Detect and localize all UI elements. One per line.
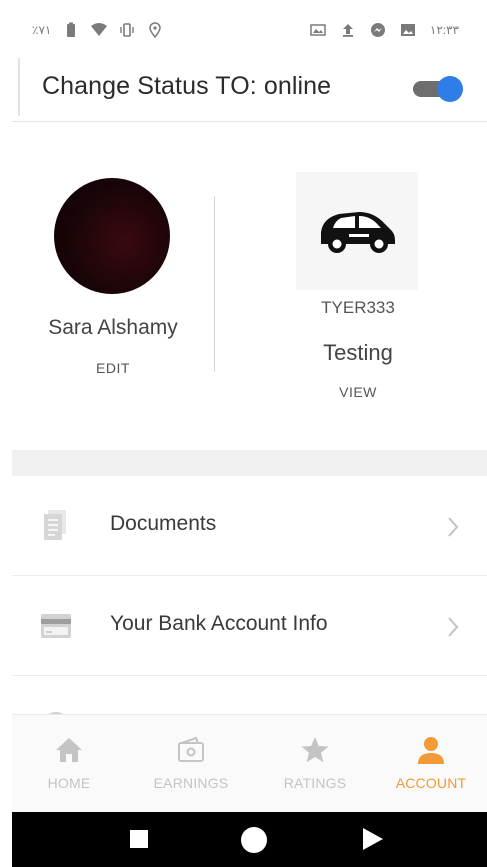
status-bar: ٪٧١ ١٢:٣٣	[0, 0, 487, 56]
person-icon	[418, 737, 444, 764]
vehicle-model: Testing	[323, 340, 393, 365]
car-icon	[321, 212, 395, 253]
clock: ١٢:٣٣	[429, 23, 459, 37]
back-icon[interactable]	[362, 827, 384, 851]
header-accent	[18, 58, 20, 116]
nav-label: HOME	[47, 775, 91, 791]
document-icon	[44, 510, 66, 540]
menu-item-label: Documents	[110, 512, 217, 535]
avatar[interactable]	[54, 178, 170, 294]
menu-item-documents[interactable]: Documents	[12, 476, 487, 576]
home-icon	[56, 738, 82, 762]
vertical-divider	[214, 196, 215, 372]
toggle-thumb	[437, 76, 463, 102]
recents-icon[interactable]	[129, 829, 149, 849]
chevron-right-icon	[448, 517, 459, 537]
status-header: Change Status TO: online	[12, 56, 487, 122]
wifi-icon	[91, 23, 108, 36]
nav-account[interactable]: ACCOUNT	[376, 735, 486, 805]
system-navigation-bar	[12, 812, 487, 867]
user-name: Sara Alshamy	[48, 316, 178, 339]
bottom-navigation: HOME EARNINGS RATINGS ACCOUNT	[12, 714, 487, 812]
menu-item-partial[interactable]	[12, 676, 487, 714]
nav-label: EARNINGS	[153, 775, 229, 791]
vibrate-icon	[120, 23, 135, 37]
battery-percent: ٪٧١	[32, 23, 52, 37]
vehicle-image	[296, 172, 418, 290]
online-status-toggle[interactable]	[413, 76, 463, 102]
account-menu: Documents Your Bank Account Info	[12, 476, 487, 714]
profile-section: Sara Alshamy EDIT TYER333 Testing VIEW	[0, 122, 487, 450]
vehicle-plate: TYER333	[321, 298, 395, 317]
nav-label: RATINGS	[283, 775, 347, 791]
section-separator	[12, 450, 487, 476]
wallet-icon	[178, 736, 204, 762]
image-icon	[400, 24, 415, 36]
nav-label: ACCOUNT	[395, 775, 467, 791]
status-right: ١٢:٣٣	[310, 22, 459, 38]
status-left: ٪٧١	[32, 22, 163, 38]
messenger-icon	[370, 23, 385, 37]
nav-home[interactable]: HOME	[14, 735, 124, 805]
edit-profile-button[interactable]: EDIT	[0, 360, 226, 376]
home-circle-icon[interactable]	[240, 826, 268, 854]
gallery-icon	[310, 24, 326, 36]
star-icon	[301, 737, 329, 763]
page-title: Change Status TO: online	[42, 72, 332, 100]
menu-item-bank-account[interactable]: Your Bank Account Info	[12, 576, 487, 676]
menu-item-label: Your Bank Account Info	[110, 612, 328, 635]
chevron-right-icon	[448, 617, 459, 637]
nav-ratings[interactable]: RATINGS	[260, 735, 370, 805]
location-icon	[149, 22, 162, 38]
upload-icon	[342, 24, 353, 37]
credit-card-icon	[41, 614, 71, 638]
battery-icon	[67, 22, 76, 37]
view-vehicle-button[interactable]: VIEW	[290, 384, 426, 400]
nav-earnings[interactable]: EARNINGS	[136, 735, 246, 805]
